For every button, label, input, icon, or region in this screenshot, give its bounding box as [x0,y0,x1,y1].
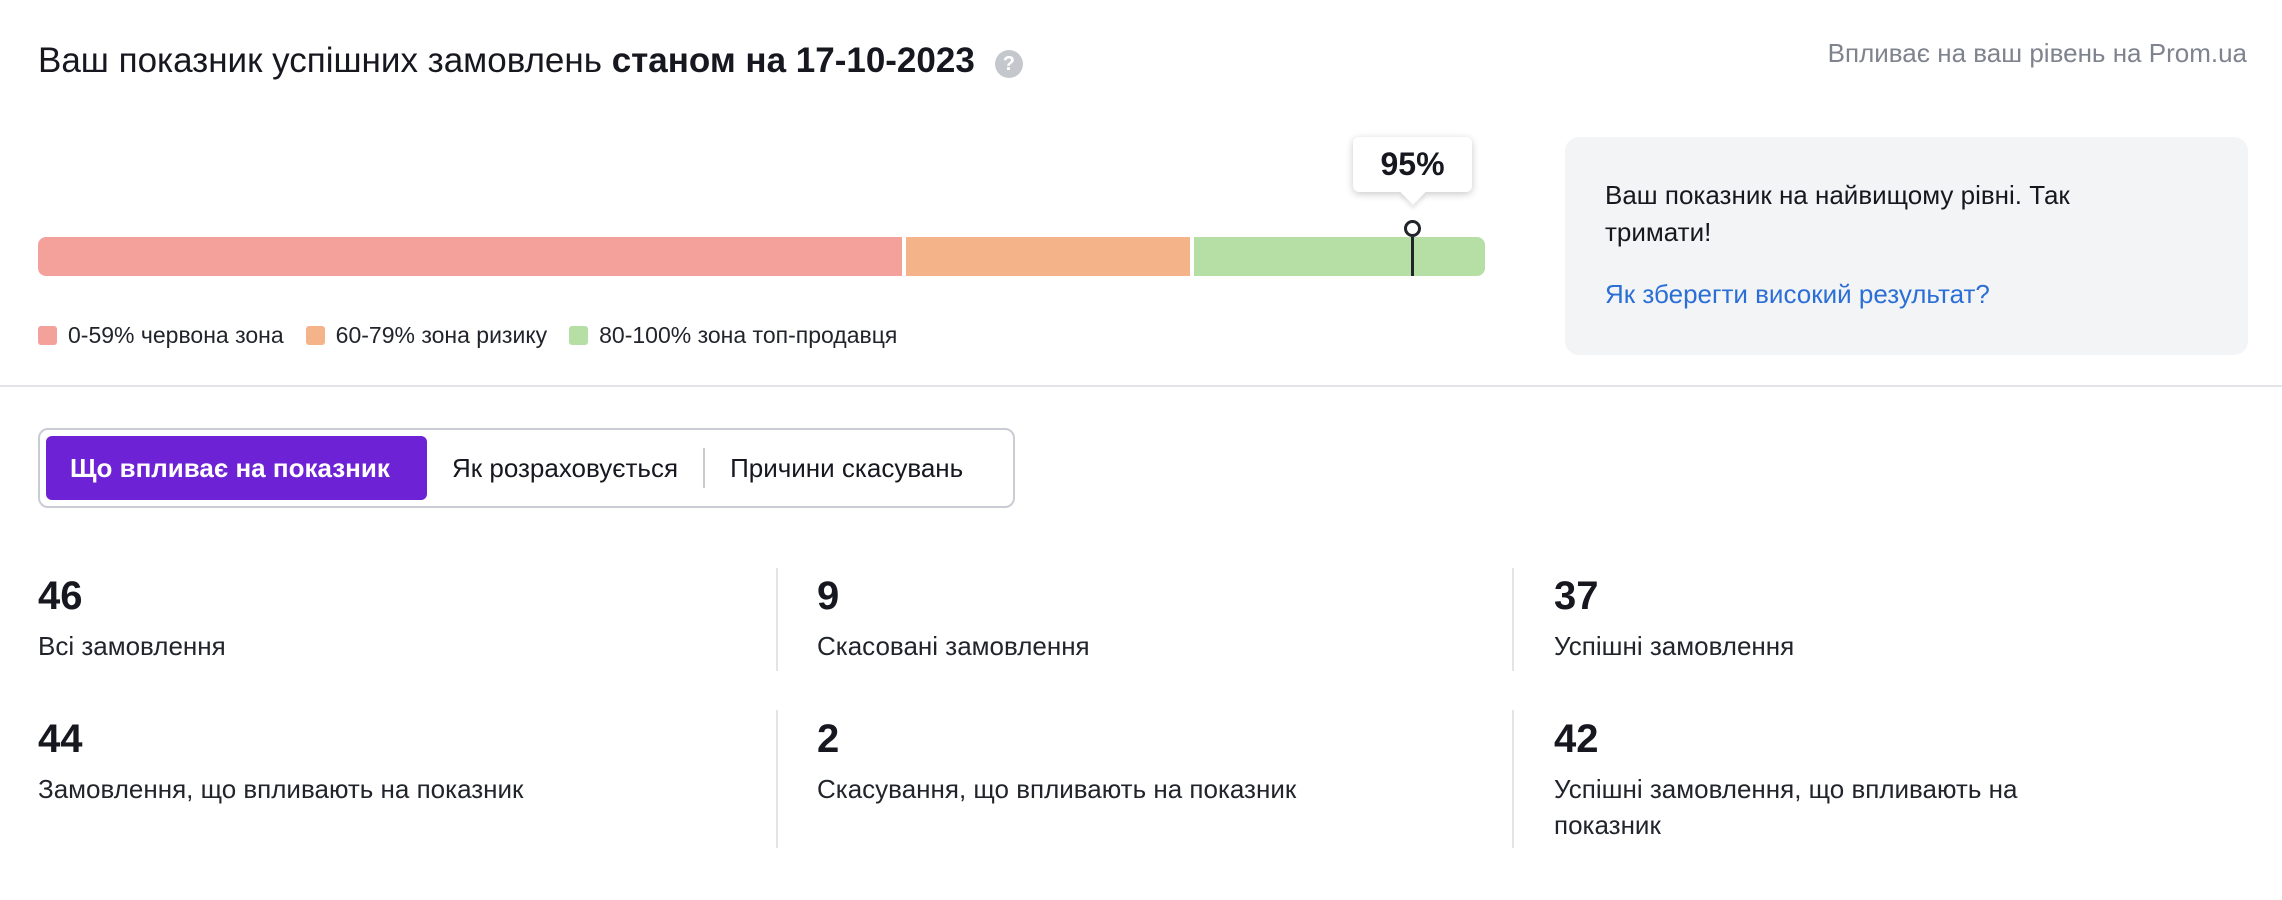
level-note: Впливає на ваш рівень на Prom.ua [1827,38,2247,68]
title-prefix: Ваш показник успішних замовлень [38,41,602,80]
stat-value: 9 [817,574,840,618]
stat-value: 2 [817,717,840,761]
page-title: Ваш показник успішних замовлень станом н… [38,34,975,88]
top-zone-segment [1194,237,1485,276]
risk-zone-segment [906,237,1190,276]
tabs: Що впливає на показник Як розраховується… [38,428,1015,508]
stat-value: 46 [38,574,83,618]
legend-item-risk: 60-79% зона ризику [305,322,548,349]
stat-affecting-successful: 42 Успішні замовлення, що впливають на п… [1554,715,2114,843]
section-divider [0,385,2282,387]
legend-item-red: 0-59% червона зона [38,322,284,349]
legend-label: 0-59% червона зона [68,322,284,348]
column-divider [1512,710,1514,848]
score-progress-bar [38,220,1485,276]
legend-label: 60-79% зона ризику [335,322,548,348]
score-bubble: 95% [1353,137,1472,192]
tab-what-affects[interactable]: Що впливає на показник [46,436,427,500]
column-divider [776,710,778,848]
zone-legend: 0-59% червона зона 60-79% зона ризику 80… [38,322,919,349]
keep-result-link[interactable]: Як зберегти високий результат? [1605,279,2208,310]
success-rate-page: Ваш показник успішних замовлень станом н… [0,0,2282,900]
legend-item-top: 80-100% зона топ-продавця [569,322,897,349]
tab-cancel-reasons[interactable]: Причини скасувань [705,436,988,500]
stat-label: Успішні замовлення [1554,631,1795,661]
stat-affecting-orders: 44 Замовлення, що впливають на показник [38,715,638,807]
stat-all-orders: 46 Всі замовлення [38,572,638,664]
score-marker-line [1411,237,1414,276]
column-divider [1512,568,1514,671]
column-divider [776,568,778,671]
stat-label: Всі замовлення [38,631,226,661]
stat-affecting-cancellations: 2 Скасування, що впливають на показник [817,715,1417,807]
stat-value: 44 [38,717,83,761]
info-card: Ваш показник на найвищому рівні. Так три… [1565,137,2248,355]
stat-label: Замовлення, що впливають на показник [38,774,524,804]
red-zone-segment [38,237,902,276]
legend-label: 80-100% зона топ-продавця [599,322,898,348]
stat-successful-orders: 37 Успішні замовлення [1554,572,2154,664]
title-row: Ваш показник успішних замовлень станом н… [38,34,1023,88]
help-circle-icon[interactable]: ? [994,50,1023,78]
tab-how-calculated[interactable]: Як розраховується [427,436,703,500]
title-date: станом на 17-10-2023 [611,41,975,80]
stat-label: Успішні замовлення, що впливають на пока… [1554,774,2018,840]
legend-swatch-risk [305,326,325,345]
info-text: Ваш показник на найвищому рівні. Так три… [1605,180,2070,247]
stat-value: 42 [1554,717,1599,761]
score-marker-dot [1404,220,1421,237]
stat-value: 37 [1554,574,1599,618]
legend-swatch-red [38,326,57,345]
stat-label: Скасовані замовлення [817,631,1090,661]
stat-label: Скасування, що впливають на показник [817,774,1297,804]
legend-swatch-top [569,326,589,345]
stat-cancelled-orders: 9 Скасовані замовлення [817,572,1417,664]
